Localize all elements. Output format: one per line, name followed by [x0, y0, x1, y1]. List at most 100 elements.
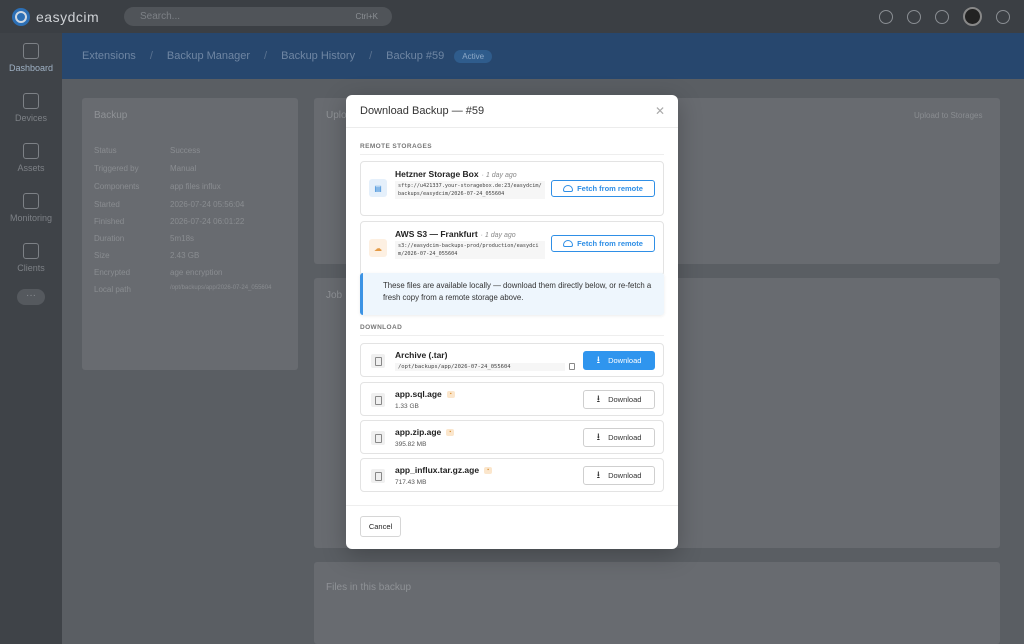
info-icon[interactable] — [907, 9, 921, 24]
detail-value: age encryption — [170, 268, 223, 277]
detail-value: 2.43 GB — [170, 251, 200, 260]
devices-icon — [23, 93, 39, 109]
detail-value: Success — [170, 146, 201, 155]
file-size: 395.82 MB — [395, 441, 427, 448]
breadcrumb-separator: / — [369, 50, 373, 62]
download-archive-button[interactable]: ⭳ Download — [583, 351, 655, 370]
file-name: app_influx.tar.gz.age ▪ — [395, 465, 493, 475]
storage-card-aws-s3: ☁ AWS S3 — Frankfurt · 1 day ago s3://eas… — [360, 221, 664, 276]
app-logo[interactable]: easydcim — [12, 7, 100, 26]
sidebar-item-clients[interactable]: Clients — [0, 233, 62, 283]
sidebar-item-assets[interactable]: Assets — [0, 133, 62, 183]
file-icon — [371, 469, 385, 483]
breadcrumb: Extensions / Backup Manager / Backup His… — [62, 33, 1024, 79]
panel-title: Job — [326, 290, 343, 301]
download-sql-button[interactable]: ⭳ Download — [583, 390, 655, 409]
files-panel: Files in this backup — [314, 562, 1000, 644]
modal-header: Download Backup — #59 — [346, 95, 678, 128]
detail-label: Components — [94, 182, 140, 191]
search-placeholder: Search... — [140, 11, 181, 22]
cancel-button[interactable]: Cancel — [360, 516, 401, 537]
close-icon[interactable]: ✕ — [654, 105, 666, 117]
detail-value: /opt/backups/app/2026-07-24_055604 — [170, 285, 272, 291]
lock-icon: ▪ — [484, 466, 493, 474]
section-divider — [360, 154, 664, 155]
help-icon[interactable] — [879, 9, 893, 24]
logo-text: easydcim — [36, 8, 100, 25]
download-icon: ⭳ — [596, 469, 601, 481]
storage-path: sftp://u421337.your-storagebox.de:23/eas… — [395, 181, 545, 199]
avatar[interactable] — [963, 7, 982, 26]
global-search-input[interactable]: Search... Ctrl+K — [124, 7, 392, 26]
detail-label: Encrypted — [94, 268, 131, 277]
button-label: Fetch from remote — [577, 239, 643, 248]
file-card-sql: app.sql.age ▪ 1.33 GB ⭳ Download — [360, 382, 664, 416]
sidebar-item-label: Monitoring — [9, 213, 53, 223]
detail-label: Started — [94, 200, 120, 209]
power-icon[interactable] — [996, 9, 1010, 24]
fetch-from-remote-button[interactable]: Fetch from remote — [551, 235, 655, 252]
home-icon — [23, 43, 39, 59]
sidebar-item-label: Assets — [17, 163, 45, 173]
top-bar: easydcim Search... Ctrl+K — [0, 0, 1024, 33]
detail-label: Duration — [94, 234, 125, 243]
cloud-download-icon — [563, 240, 574, 247]
breadcrumb-backup-history[interactable]: Backup History — [281, 50, 355, 62]
download-icon: ⭳ — [596, 431, 601, 443]
file-card-zip: app.zip.age ▪ 395.82 MB ⭳ Download — [360, 420, 664, 454]
storage-path: s3://easydcim-backups-prod/production/ea… — [395, 241, 545, 259]
top-icons — [879, 7, 1010, 26]
download-zip-button[interactable]: ⭳ Download — [583, 428, 655, 447]
sidebar-item-label: Devices — [14, 113, 47, 123]
breadcrumb-separator: / — [264, 50, 268, 62]
sidebar-more-button[interactable]: ··· — [17, 289, 45, 305]
sidebar-item-label: Dashboard — [8, 63, 54, 73]
status-badge: Active — [454, 49, 493, 63]
file-name: Archive (.tar) — [395, 350, 448, 360]
sidebar-item-monitoring[interactable]: Monitoring — [0, 183, 62, 233]
lock-icon: ▪ — [446, 390, 455, 398]
breadcrumb-backup-manager[interactable]: Backup Manager — [167, 50, 250, 62]
file-size: 717.43 MB — [395, 479, 427, 486]
detail-value: 2026-07-24 06:01:22 — [170, 217, 245, 226]
button-label: Download — [608, 433, 642, 442]
monitor-icon — [23, 193, 39, 209]
detail-label: Status — [94, 146, 117, 155]
detail-value: 5m18s — [170, 234, 195, 243]
storage-name-text: AWS S3 — Frankfurt — [395, 229, 478, 239]
detail-label: Local path — [94, 285, 131, 294]
storage-card-hetzner: ▤ Hetzner Storage Box · 1 day ago sftp://… — [360, 161, 664, 216]
storage-age: · 1 day ago — [480, 232, 516, 239]
fetch-from-remote-button[interactable]: Fetch from remote — [551, 180, 655, 197]
file-card-archive: Archive (.tar) /opt/backups/app/2026-07-… — [360, 343, 664, 377]
panel-title: Backup — [94, 110, 128, 121]
download-icon: ⭳ — [596, 393, 601, 405]
storage-name: AWS S3 — Frankfurt · 1 day ago — [395, 229, 516, 239]
download-influx-button[interactable]: ⭳ Download — [583, 466, 655, 485]
sidebar-item-dashboard[interactable]: Dashboard — [0, 33, 62, 83]
modal-title: Download Backup — #59 — [360, 105, 485, 117]
backup-details-panel: Backup Status Success Triggered by Manua… — [82, 98, 298, 370]
detail-label: Size — [94, 251, 110, 260]
search-shortcut: Ctrl+K — [355, 12, 378, 21]
server-icon: ▤ — [369, 179, 387, 197]
sidebar-item-devices[interactable]: Devices — [0, 83, 62, 133]
notifications-icon[interactable] — [935, 9, 949, 24]
detail-value: 2026-07-24 05:56:04 — [170, 200, 245, 209]
file-path: /opt/backups/app/2026-07-24_055604 — [395, 363, 565, 371]
upload-to-storages-button[interactable]: Upload to Storages — [914, 111, 983, 120]
download-icon: ⭳ — [596, 354, 601, 366]
sidebar-item-label: Clients — [17, 263, 45, 273]
button-label: Download — [608, 471, 642, 480]
detail-label: Triggered by — [94, 164, 139, 173]
cloud-download-icon — [563, 185, 574, 192]
copy-icon[interactable] — [569, 363, 575, 370]
file-name: app.zip.age ▪ — [395, 427, 455, 437]
breadcrumb-extensions[interactable]: Extensions — [82, 50, 136, 62]
sidebar: Dashboard Devices Assets Monitoring Clie… — [0, 33, 62, 644]
storage-name: Hetzner Storage Box · 1 day ago — [395, 169, 517, 179]
file-icon — [371, 393, 385, 407]
assets-icon — [23, 143, 39, 159]
panel-title: Files in this backup — [326, 582, 412, 593]
lock-icon: ▪ — [446, 428, 455, 436]
